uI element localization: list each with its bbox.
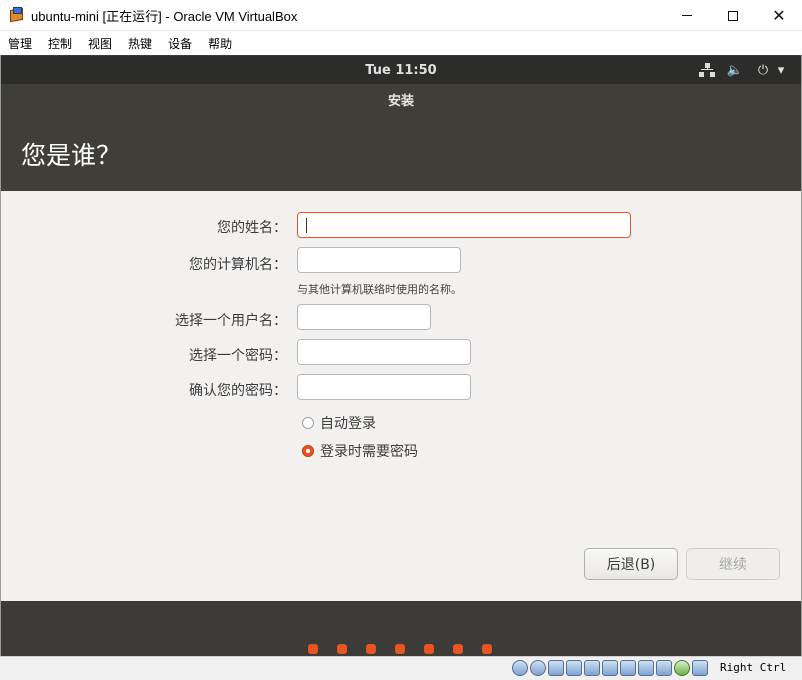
name-label: 您的姓名：: [217, 220, 287, 236]
minimize-button[interactable]: [664, 0, 710, 31]
panel-clock[interactable]: Tue 11:50: [365, 63, 436, 78]
host-key-label: Right Ctrl: [720, 661, 787, 674]
require-password-option[interactable]: 登录时需要密码: [302, 441, 418, 461]
vbox-status-bar: Right Ctrl: [0, 656, 802, 680]
password-input[interactable]: [297, 339, 471, 365]
password-label: 选择一个密码：: [189, 348, 287, 364]
close-icon: ✕: [772, 5, 786, 25]
computer-name-input[interactable]: [297, 247, 461, 273]
menu-item-control[interactable]: 控制: [48, 35, 72, 52]
panel-system-indicators: 🔈 ⏻ ▾: [689, 56, 787, 84]
page-title: 您是谁？: [21, 141, 122, 170]
username-label: 选择一个用户名：: [175, 313, 287, 329]
name-input[interactable]: [297, 212, 631, 238]
username-input[interactable]: [297, 304, 431, 330]
progress-dot: [453, 644, 463, 654]
progress-dot: [424, 644, 434, 654]
chevron-down-icon[interactable]: ▾: [775, 60, 787, 80]
slideshow-area: [1, 601, 801, 656]
confirm-password-label: 确认您的密码：: [189, 383, 287, 399]
confirm-password-input[interactable]: [297, 374, 471, 400]
hard-disk-icon[interactable]: [512, 660, 528, 676]
continue-button[interactable]: 继续: [686, 548, 780, 580]
progress-dot: [395, 644, 405, 654]
installer-header: 安装 您是谁？: [1, 84, 801, 191]
auto-login-option[interactable]: 自动登录: [302, 413, 376, 433]
menu-item-devices[interactable]: 设备: [168, 35, 192, 52]
virtualization-icon[interactable]: [674, 660, 690, 676]
text-caret: [306, 218, 307, 233]
maximize-icon: [728, 10, 738, 21]
status-indicators: [512, 660, 710, 676]
menu-bar: 管理 控制 视图 热键 设备 帮助: [0, 31, 802, 55]
network-adapter-icon[interactable]: [566, 660, 582, 676]
video-capture-icon[interactable]: [638, 660, 654, 676]
cpu-icon[interactable]: [656, 660, 672, 676]
power-icon[interactable]: ⏻: [753, 60, 773, 80]
optical-drive-icon[interactable]: [530, 660, 546, 676]
menu-item-view[interactable]: 视图: [88, 35, 112, 52]
usb-icon[interactable]: [584, 660, 600, 676]
audio-icon[interactable]: [548, 660, 564, 676]
progress-dot: [308, 644, 318, 654]
require-password-label: 登录时需要密码: [320, 444, 418, 460]
maximize-button[interactable]: [710, 0, 756, 31]
menu-item-manage[interactable]: 管理: [8, 35, 32, 52]
menu-item-hotkey[interactable]: 热键: [128, 35, 152, 52]
require-password-radio[interactable]: [302, 445, 314, 457]
auto-login-radio[interactable]: [302, 417, 314, 429]
mouse-integration-icon[interactable]: [692, 660, 708, 676]
menu-item-help[interactable]: 帮助: [208, 35, 232, 52]
network-icon[interactable]: [697, 60, 717, 80]
progress-dot: [482, 644, 492, 654]
window-title: ubuntu-mini [正在运行] - Oracle VM VirtualBo…: [31, 8, 298, 24]
computer-name-label: 您的计算机名：: [189, 257, 287, 273]
auto-login-label: 自动登录: [320, 416, 376, 432]
display-icon[interactable]: [620, 660, 636, 676]
minimize-icon: [682, 15, 692, 16]
back-button[interactable]: 后退(B): [584, 548, 678, 580]
ubuntu-top-panel: Tue 11:50 🔈 ⏻ ▾: [1, 56, 801, 84]
virtualbox-icon: [9, 7, 25, 23]
volume-icon[interactable]: 🔈: [725, 60, 745, 80]
close-button[interactable]: ✕: [756, 0, 802, 31]
progress-dot: [337, 644, 347, 654]
window-titlebar: ubuntu-mini [正在运行] - Oracle VM VirtualBo…: [0, 0, 802, 31]
progress-dot: [366, 644, 376, 654]
computer-name-hint: 与其他计算机联络时使用的名称。: [297, 283, 462, 296]
shared-folders-icon[interactable]: [602, 660, 618, 676]
installer-window-title: 安装: [387, 93, 414, 109]
